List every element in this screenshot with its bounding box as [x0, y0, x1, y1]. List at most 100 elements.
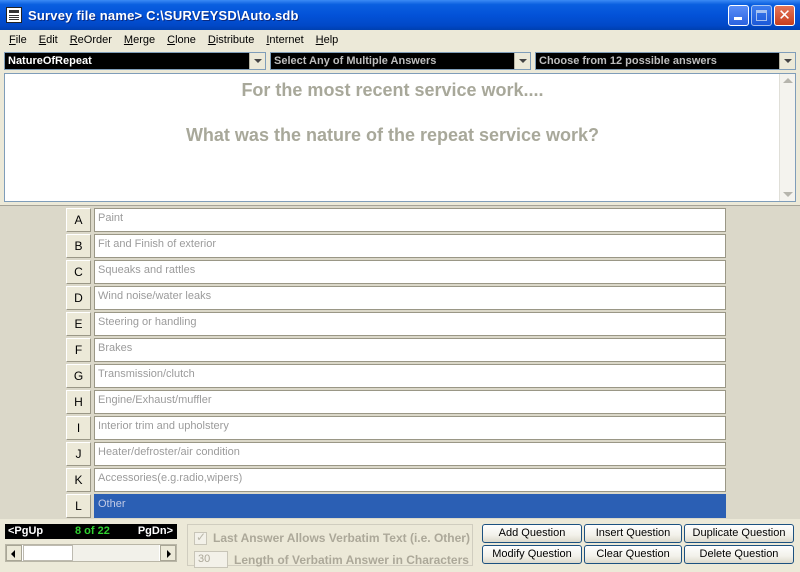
- menu-internet[interactable]: Internet: [260, 34, 309, 46]
- chevron-down-icon[interactable]: [249, 53, 265, 69]
- answer-row-b[interactable]: B Fit and Finish of exterior: [66, 234, 726, 258]
- verbatim-length-label: Length of Verbatim Answer in Characters: [234, 552, 469, 567]
- answer-count-value: Choose from 12 possible answers: [539, 55, 717, 67]
- menu-edit[interactable]: Edit: [33, 34, 64, 46]
- answer-letter-button[interactable]: E: [66, 312, 91, 336]
- page-up-button[interactable]: <PgUp: [8, 524, 43, 539]
- menu-clone[interactable]: Clone: [161, 34, 202, 46]
- maximize-icon: [756, 10, 767, 21]
- scroll-up-icon[interactable]: [783, 78, 793, 83]
- answer-row-d[interactable]: D Wind noise/water leaks: [66, 286, 726, 310]
- menu-label: dit: [46, 34, 58, 46]
- answer-row-g[interactable]: G Transmission/clutch: [66, 364, 726, 388]
- answer-text-field[interactable]: Wind noise/water leaks: [94, 286, 726, 310]
- answer-row-c[interactable]: C Squeaks and rattles: [66, 260, 726, 284]
- verbatim-checkbox-row: Last Answer Allows Verbatim Text (i.e. O…: [194, 530, 470, 545]
- app-icon[interactable]: [6, 7, 22, 23]
- answer-text-field[interactable]: Heater/defroster/air condition: [94, 442, 726, 466]
- menu-accel: E: [38, 34, 47, 46]
- verbatim-options: Last Answer Allows Verbatim Text (i.e. O…: [187, 524, 473, 568]
- answer-row-k[interactable]: K Accessories(e.g.radio,wipers): [66, 468, 726, 492]
- answer-text-field[interactable]: Paint: [94, 208, 726, 232]
- question-name-combo[interactable]: NatureOfRepeat: [4, 52, 266, 70]
- verbatim-checkbox-label: Last Answer Allows Verbatim Text (i.e. O…: [213, 531, 470, 545]
- verbatim-checkbox[interactable]: [194, 530, 207, 545]
- answer-row-f[interactable]: F Brakes: [66, 338, 726, 362]
- chevron-down-icon[interactable]: [514, 53, 530, 69]
- menu-label: elp: [323, 34, 339, 46]
- answer-row-a[interactable]: A Paint: [66, 208, 726, 232]
- answer-text-field[interactable]: Brakes: [94, 338, 726, 362]
- answer-text-field[interactable]: Steering or handling: [94, 312, 726, 336]
- answer-count-combo[interactable]: Choose from 12 possible answers: [535, 52, 796, 70]
- menu-accel: H: [315, 34, 324, 46]
- answer-text-field[interactable]: Fit and Finish of exterior: [94, 234, 726, 258]
- insert-question-button[interactable]: Insert Question: [584, 524, 682, 543]
- page-count: 8 of 22: [75, 525, 110, 537]
- minimize-button[interactable]: [728, 5, 749, 26]
- menu-reorder[interactable]: ReOrder: [64, 34, 118, 46]
- scroll-down-icon[interactable]: [783, 192, 793, 197]
- duplicate-question-button[interactable]: Duplicate Question: [684, 524, 794, 543]
- scroll-thumb[interactable]: [23, 545, 73, 561]
- add-question-button[interactable]: Add Question: [482, 524, 582, 543]
- verbatim-length-input[interactable]: 30: [194, 551, 228, 568]
- chevron-down-icon[interactable]: [779, 53, 795, 69]
- close-button[interactable]: ✕: [774, 5, 795, 26]
- answer-letter-button[interactable]: F: [66, 338, 91, 362]
- answer-text-field[interactable]: Other: [94, 494, 726, 518]
- answer-row-i[interactable]: I Interior trim and upholstery: [66, 416, 726, 440]
- answer-row-e[interactable]: E Steering or handling: [66, 312, 726, 336]
- question-scrollbar[interactable]: [5, 544, 177, 562]
- window-title: Survey file name> C:\SURVEYSD\Auto.sdb: [28, 7, 299, 23]
- delete-question-button[interactable]: Delete Question: [684, 545, 794, 564]
- scroll-right-icon[interactable]: [160, 545, 176, 561]
- menu-help[interactable]: Help: [310, 34, 345, 46]
- clear-question-button[interactable]: Clear Question: [584, 545, 682, 564]
- menu-merge[interactable]: Merge: [118, 34, 161, 46]
- answer-text-field[interactable]: Accessories(e.g.radio,wipers): [94, 468, 726, 492]
- answer-row-j[interactable]: J Heater/defroster/air condition: [66, 442, 726, 466]
- menu-label: eOrder: [77, 34, 112, 46]
- answer-row-h[interactable]: H Engine/Exhaust/muffler: [66, 390, 726, 414]
- answer-text-field[interactable]: Squeaks and rattles: [94, 260, 726, 284]
- menu-bar: File Edit ReOrder Merge Clone Distribute…: [0, 30, 800, 50]
- question-intro: For the most recent service work....: [241, 80, 544, 100]
- title-bar[interactable]: Survey file name> C:\SURVEYSD\Auto.sdb ✕: [0, 0, 800, 30]
- answer-letter-button[interactable]: D: [66, 286, 91, 310]
- question-name-value: NatureOfRepeat: [8, 55, 92, 67]
- answer-letter-button[interactable]: J: [66, 442, 91, 466]
- menu-distribute[interactable]: Distribute: [202, 34, 260, 46]
- maximize-button[interactable]: [751, 5, 772, 26]
- vertical-scrollbar[interactable]: [779, 74, 795, 201]
- menu-accel: M: [123, 34, 134, 46]
- scroll-left-icon[interactable]: [6, 545, 22, 561]
- answer-mode-combo[interactable]: Select Any of Multiple Answers: [270, 52, 531, 70]
- answer-text-field[interactable]: Engine/Exhaust/muffler: [94, 390, 726, 414]
- answer-text-field[interactable]: Interior trim and upholstery: [94, 416, 726, 440]
- menu-label: ile: [15, 34, 27, 46]
- modify-question-button[interactable]: Modify Question: [482, 545, 582, 564]
- menu-file[interactable]: File: [3, 34, 33, 46]
- minimize-icon: [734, 17, 742, 20]
- page-down-button[interactable]: PgDn>: [138, 524, 173, 539]
- selector-row: NatureOfRepeat Select Any of Multiple An…: [4, 52, 796, 70]
- answer-letter-button[interactable]: C: [66, 260, 91, 284]
- answer-text-field[interactable]: Transmission/clutch: [94, 364, 726, 388]
- answer-letter-button[interactable]: B: [66, 234, 91, 258]
- answer-letter-button[interactable]: K: [66, 468, 91, 492]
- answer-letter-button[interactable]: A: [66, 208, 91, 232]
- answer-list: A Paint B Fit and Finish of exterior C S…: [0, 205, 800, 519]
- question-actions: Add Question Insert Question Duplicate Q…: [482, 524, 794, 566]
- menu-label: istribute: [215, 34, 255, 46]
- page-navigator: <PgUp 8 of 22 PgDn>: [5, 524, 177, 539]
- answer-letter-button[interactable]: H: [66, 390, 91, 414]
- question-text: What was the nature of the repeat servic…: [185, 125, 600, 145]
- answer-row-l[interactable]: L Other: [66, 494, 726, 518]
- answer-letter-button[interactable]: G: [66, 364, 91, 388]
- question-text-area[interactable]: For the most recent service work.... Wha…: [4, 73, 796, 202]
- verbatim-length-row: 30 Length of Verbatim Answer in Characte…: [194, 551, 469, 568]
- answer-letter-button[interactable]: I: [66, 416, 91, 440]
- answer-letter-button[interactable]: L: [66, 494, 91, 518]
- menu-accel: D: [207, 34, 216, 46]
